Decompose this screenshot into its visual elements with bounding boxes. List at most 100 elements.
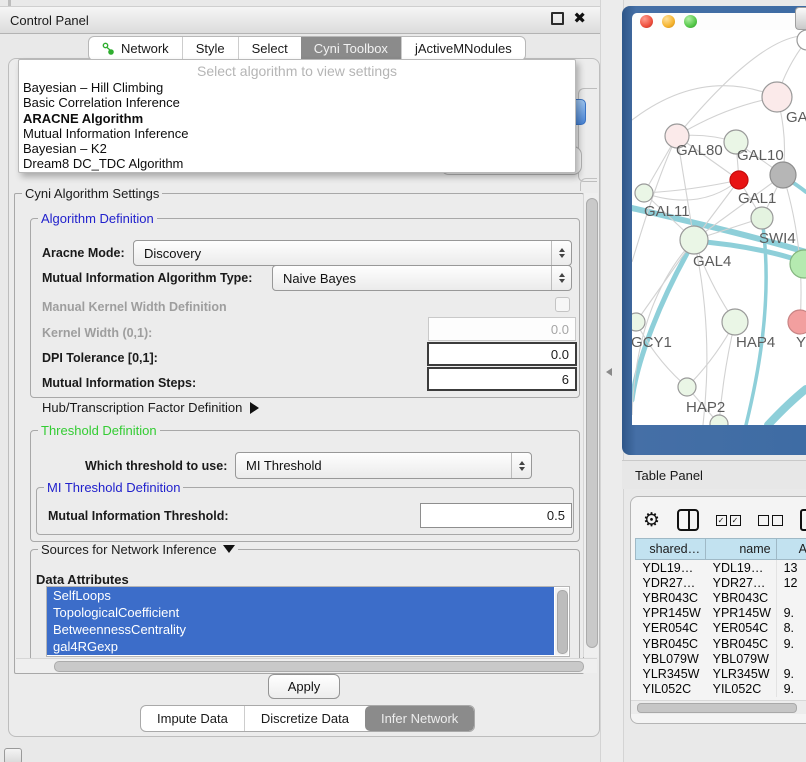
panel-splitter[interactable] <box>600 0 624 762</box>
dpi-tolerance-input[interactable]: 0.0 <box>427 342 577 366</box>
table-row[interactable]: YIL052CYIL052C9. <box>636 682 806 697</box>
close-traffic-light[interactable] <box>640 15 653 28</box>
zoom-traffic-light[interactable] <box>684 15 697 28</box>
network-node-pink-upper[interactable] <box>762 82 792 112</box>
tab-infer-network[interactable]: Infer Network <box>365 706 474 731</box>
combo-spinner-icon <box>511 453 531 478</box>
tab-discretize-data[interactable]: Discretize Data <box>244 706 365 731</box>
table-cell: YBR045C <box>636 636 706 651</box>
network-node-label: Y <box>796 334 806 351</box>
table-row[interactable]: YBR045CYBR045C9. <box>636 636 806 651</box>
network-node-red-node[interactable] <box>730 171 748 189</box>
table-row[interactable]: YDR27…YDR27…12 <box>636 575 806 590</box>
table-panel-box: ⚙ ✓✓ shared…nameAYDL19…YDL19…13YDR27…YDR… <box>630 496 806 724</box>
node-table[interactable]: shared…nameAYDL19…YDL19…13YDR27…YDR27…12… <box>635 538 806 697</box>
network-edge <box>632 86 777 120</box>
network-node-gcy1[interactable] <box>632 313 645 331</box>
network-node-hap4[interactable] <box>722 309 748 335</box>
mi-steps-input[interactable]: 6 <box>427 367 577 391</box>
table-panel-title: Table Panel <box>635 468 703 483</box>
table-row[interactable]: YLR345WYLR345W9. <box>636 666 806 681</box>
hidden-groupbox-fragment2 <box>580 178 597 191</box>
table-row[interactable]: YBR043CYBR043C <box>636 590 806 605</box>
network-node-gal4[interactable] <box>680 226 708 254</box>
table-column-header[interactable]: shared… <box>636 539 706 560</box>
sources-title-row: Sources for Network Inference <box>38 542 238 557</box>
algorithm-option[interactable]: Basic Correlation Inference <box>23 95 571 110</box>
column-split-icon[interactable] <box>677 509 698 531</box>
hub-section-row[interactable]: Hub/Transcription Factor Definition <box>42 400 259 415</box>
attributes-scrollbar[interactable] <box>555 588 568 655</box>
cyni-settings-title: Cyni Algorithm Settings <box>22 186 162 201</box>
tab-impute-data[interactable]: Impute Data <box>141 706 244 731</box>
sources-title: Sources for Network Inference <box>41 542 217 557</box>
apply-button[interactable]: Apply <box>268 674 340 699</box>
attribute-list-item[interactable]: TopologicalCoefficient <box>47 604 554 621</box>
aracne-mode-combobox[interactable]: Discovery <box>133 240 572 266</box>
algorithm-option[interactable]: Bayesian – K2 <box>23 141 571 156</box>
algorithm-option[interactable]: Mutual Information Inference <box>23 126 571 141</box>
network-node-top-partial[interactable] <box>797 30 806 50</box>
algorithm-option[interactable]: Bayesian – Hill Climbing <box>23 80 571 95</box>
expand-arrow-icon[interactable] <box>223 545 235 553</box>
minimize-traffic-light[interactable] <box>662 15 675 28</box>
table-cell: YBR043C <box>706 590 776 605</box>
attribute-list-item[interactable]: gal4RGexp <box>47 638 554 655</box>
tab-network[interactable]: Network <box>89 37 182 60</box>
table-column-header[interactable]: name <box>706 539 776 560</box>
mi-steps-label: Mutual Information Steps: <box>42 376 196 390</box>
table-row[interactable]: YPR145WYPR145W9. <box>636 606 806 621</box>
algorithm-option[interactable]: ARACNE Algorithm <box>23 111 571 126</box>
table-cell: YER054C <box>706 621 776 636</box>
table-row[interactable]: YBL079WYBL079W <box>636 651 806 666</box>
tab-infer-network-label: Infer Network <box>381 711 458 726</box>
mi-algorithm-type-combobox[interactable]: Naive Bayes <box>272 265 572 291</box>
splitter-collapse-icon[interactable] <box>606 368 612 376</box>
aracne-mode-label: Aracne Mode: <box>42 246 125 260</box>
network-edge-highlighted <box>768 389 806 425</box>
select-all-checkboxes-icon[interactable]: ✓✓ <box>716 515 741 526</box>
network-node-salmon-node[interactable] <box>788 310 806 334</box>
manual-kernel-width-checkbox[interactable] <box>555 297 570 312</box>
table-horizontal-scrollbar[interactable] <box>631 700 806 714</box>
table-cell: YBL079W <box>636 651 706 666</box>
table-cell: YBR045C <box>706 636 776 651</box>
network-window-titlebar[interactable] <box>632 13 806 30</box>
table-function-icon[interactable] <box>800 509 806 531</box>
algorithm-option[interactable]: Dream8 DC_TDC Algorithm <box>23 156 571 171</box>
tab-cyni-toolbox[interactable]: Cyni Toolbox <box>301 37 401 60</box>
network-node-bright-green[interactable] <box>790 250 806 278</box>
float-panel-icon[interactable] <box>551 12 564 25</box>
network-node-label: HAP2 <box>686 399 725 416</box>
tab-jactivemnodules[interactable]: jActiveMNodules <box>401 37 525 60</box>
gear-icon[interactable]: ⚙ <box>643 511 660 530</box>
close-icon[interactable]: ✖ <box>573 11 586 26</box>
table-row[interactable]: YDL19…YDL19…13 <box>636 560 806 576</box>
network-node-swi4[interactable] <box>751 207 773 229</box>
network-view-canvas[interactable]: GAL7GAL80GAL10GAL1GAL11SWI4GAL4GCY1HAP4Y… <box>632 30 806 425</box>
mi-threshold-input[interactable]: 0.5 <box>420 503 572 528</box>
settings-horizontal-scrollbar[interactable] <box>16 658 597 673</box>
control-panel-tabs: Network Style Select Cyni Toolbox jActiv… <box>88 36 526 61</box>
table-cell: YDR27… <box>706 575 776 590</box>
network-node-gal11[interactable] <box>635 184 653 202</box>
bottom-left-panel-icon[interactable] <box>4 748 22 762</box>
table-column-header[interactable]: A <box>776 539 806 560</box>
deselect-all-checkboxes-icon[interactable] <box>758 515 783 526</box>
settings-vertical-scrollbar[interactable] <box>583 193 598 657</box>
collapse-arrow-icon[interactable] <box>250 402 259 414</box>
network-node-hap2[interactable] <box>678 378 696 396</box>
combo-spinner-icon <box>551 266 571 290</box>
aracne-mode-value: Discovery <box>134 246 551 261</box>
network-node-gray-node[interactable] <box>770 162 796 188</box>
attribute-list-item[interactable]: SelfLoops <box>47 587 554 604</box>
attribute-list-item[interactable]: BetweennessCentrality <box>47 621 554 638</box>
tab-style[interactable]: Style <box>182 37 238 60</box>
tab-select[interactable]: Select <box>238 37 301 60</box>
table-cell <box>776 590 806 605</box>
which-threshold-combobox[interactable]: MI Threshold <box>235 452 532 479</box>
data-attributes-list[interactable]: SelfLoopsTopologicalCoefficientBetweenne… <box>46 586 570 657</box>
table-row[interactable]: YER054CYER054C8. <box>636 621 806 636</box>
table-cell: 13 <box>776 560 806 576</box>
screen: Control Panel ✖ Network Style Select Cyn… <box>0 0 806 762</box>
